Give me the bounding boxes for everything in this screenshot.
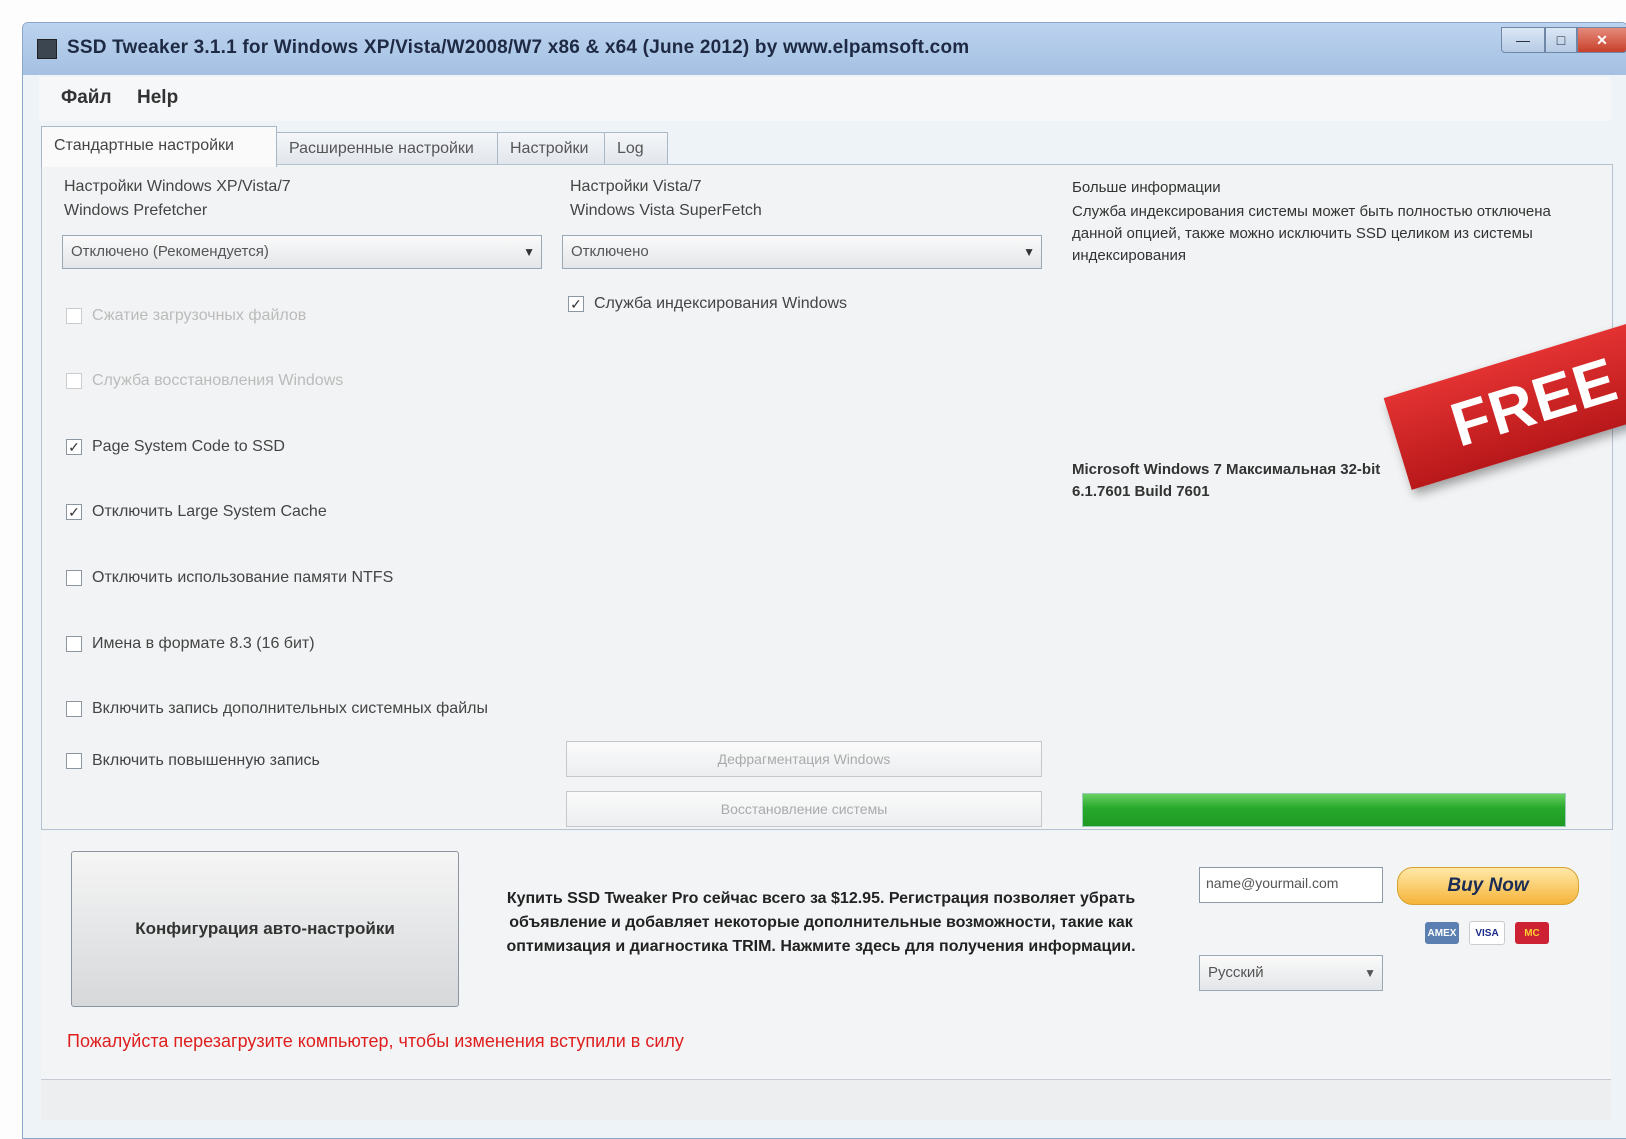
superfetch-select-value: Отключено xyxy=(571,243,649,260)
checkbox-box xyxy=(66,373,82,389)
system-restore-button[interactable]: Восстановление системы xyxy=(566,791,1042,827)
close-button[interactable]: ✕ xyxy=(1577,27,1626,53)
checkbox-boot-compression[interactable]: Сжатие загрузочных файлов xyxy=(66,307,306,325)
checkbox-page-system-code[interactable]: ✓ Page System Code to SSD xyxy=(66,438,285,456)
visa-card-icon: VISA xyxy=(1469,921,1505,945)
checkbox-label: Отключить Large System Cache xyxy=(92,503,327,520)
buy-now-button[interactable]: Buy Now xyxy=(1397,867,1579,905)
checkbox-8dot3-names[interactable]: Имена в формате 8.3 (16 бит) xyxy=(66,635,315,653)
close-icon: ✕ xyxy=(1596,31,1608,48)
chevron-down-icon: ▼ xyxy=(1023,245,1035,259)
info-title: Больше информации xyxy=(1072,179,1221,196)
maximize-icon: □ xyxy=(1556,32,1566,48)
email-field[interactable]: name@yourmail.com xyxy=(1199,867,1383,903)
minimize-icon: — xyxy=(1516,32,1530,48)
progress-bar xyxy=(1082,793,1566,827)
checkbox-box xyxy=(66,308,82,324)
menu-file[interactable]: Файл xyxy=(61,87,112,109)
window-title: SSD Tweaker 3.1.1 for Windows XP/Vista/W… xyxy=(67,37,970,58)
minimize-button[interactable]: — xyxy=(1501,27,1545,53)
defrag-button[interactable]: Дефрагментация Windows xyxy=(566,741,1042,777)
checkbox-box xyxy=(66,636,82,652)
chevron-down-icon: ▼ xyxy=(523,245,535,259)
status-bar xyxy=(41,1079,1611,1120)
checkbox-box xyxy=(66,753,82,769)
checkbox-checked: ✓ xyxy=(66,504,82,520)
checkbox-label: Служба индексирования Windows xyxy=(594,295,848,312)
checkbox-extra-system-files[interactable]: Включить запись дополнительных системных… xyxy=(66,700,488,718)
tab-log[interactable]: Log xyxy=(604,132,668,165)
menu-help[interactable]: Help xyxy=(137,87,178,109)
checkbox-label: Включить запись дополнительных системных… xyxy=(92,700,488,717)
amex-card-icon: AMEX xyxy=(1425,922,1459,944)
auto-config-label: Конфигурация авто-настройки xyxy=(135,919,395,938)
mastercard-icon: MC xyxy=(1515,922,1549,944)
title-bar: SSD Tweaker 3.1.1 for Windows XP/Vista/W… xyxy=(23,23,1626,75)
app-window: SSD Tweaker 3.1.1 for Windows XP/Vista/W… xyxy=(22,22,1626,1139)
info-text: Служба индексирования системы может быть… xyxy=(1072,203,1551,264)
checkbox-label: Page System Code to SSD xyxy=(92,438,285,455)
prefetcher-select-value: Отключено (Рекомендуется) xyxy=(71,243,269,260)
checkbox-indexing-service[interactable]: ✓ Служба индексирования Windows xyxy=(568,295,847,313)
chevron-down-icon: ▼ xyxy=(1364,966,1376,980)
progress-fill xyxy=(1083,794,1565,826)
menu-bar: Файл Help xyxy=(39,77,1611,121)
language-select[interactable]: Русский ▼ xyxy=(1199,955,1383,991)
superfetch-label: Настройки Vista/7 Windows Vista SuperFet… xyxy=(570,178,762,219)
tab-advanced-settings[interactable]: Расширенные настройки xyxy=(276,132,498,165)
prefetcher-label: Настройки Windows XP/Vista/7 Windows Pre… xyxy=(64,178,291,219)
app-icon xyxy=(37,39,57,59)
checkbox-box xyxy=(66,570,82,586)
payment-cards: AMEX VISA MC xyxy=(1425,921,1549,945)
checkbox-large-system-cache[interactable]: ✓ Отключить Large System Cache xyxy=(66,503,327,521)
promo-text[interactable]: Купить SSD Tweaker Pro сейчас всего за $… xyxy=(471,887,1171,959)
prefetcher-select[interactable]: Отключено (Рекомендуется) ▼ xyxy=(62,235,542,269)
tab-settings[interactable]: Настройки xyxy=(497,132,605,165)
tab-strip: Стандартные настройки Расширенные настро… xyxy=(41,126,668,167)
language-select-value: Русский xyxy=(1208,964,1264,981)
checkbox-restore-service[interactable]: Служба восстановления Windows xyxy=(66,372,343,390)
restart-warning: Пожалуйста перезагрузите компьютер, чтоб… xyxy=(67,1031,684,1051)
bottom-panel: Конфигурация авто-настройки Купить SSD T… xyxy=(41,831,1611,1079)
checkbox-checked: ✓ xyxy=(568,296,584,312)
window-controls: — □ ✕ xyxy=(1501,27,1626,53)
maximize-button[interactable]: □ xyxy=(1545,27,1577,53)
checkbox-label: Служба восстановления Windows xyxy=(92,372,344,389)
tab-standard-settings[interactable]: Стандартные настройки xyxy=(41,126,277,167)
checkbox-ntfs-memory[interactable]: Отключить использование памяти NTFS xyxy=(66,569,393,587)
checkbox-label: Сжатие загрузочных файлов xyxy=(92,307,307,324)
checkbox-label: Включить повышенную запись xyxy=(92,752,320,769)
checkbox-enhanced-write[interactable]: Включить повышенную запись xyxy=(66,752,320,770)
superfetch-select[interactable]: Отключено ▼ xyxy=(562,235,1042,269)
checkbox-checked: ✓ xyxy=(66,439,82,455)
checkbox-label: Имена в формате 8.3 (16 бит) xyxy=(92,635,315,652)
checkbox-label: Отключить использование памяти NTFS xyxy=(92,569,394,586)
auto-config-button[interactable]: Конфигурация авто-настройки xyxy=(71,851,459,1007)
checkbox-box xyxy=(66,701,82,717)
settings-panel: Настройки Windows XP/Vista/7 Windows Pre… xyxy=(41,164,1613,830)
os-info: Microsoft Windows 7 Максимальная 32-bit … xyxy=(1072,461,1381,500)
